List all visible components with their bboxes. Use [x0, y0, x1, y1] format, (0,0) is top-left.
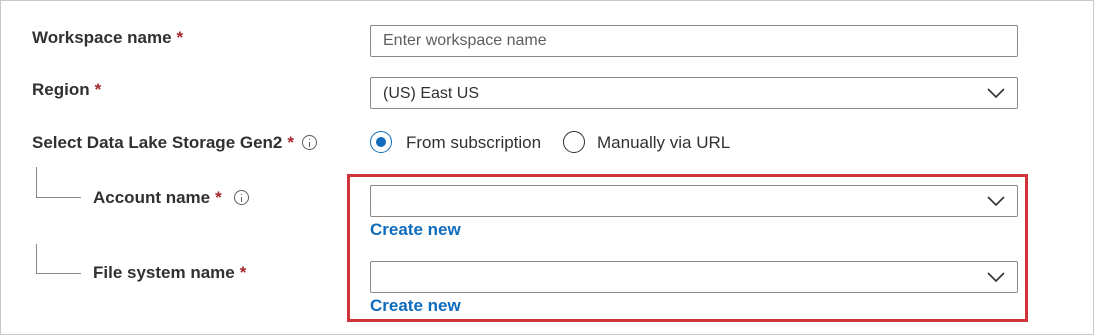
account-name-label-text: Account name — [93, 188, 211, 207]
required-marker: * — [176, 28, 184, 47]
radio-from-subscription[interactable] — [370, 131, 392, 153]
region-label: Region * — [32, 80, 101, 100]
info-icon[interactable] — [234, 190, 249, 205]
file-system-name-label-text: File system name — [93, 263, 235, 282]
required-marker: * — [287, 133, 295, 152]
required-marker: * — [94, 80, 102, 99]
storage-label: Select Data Lake Storage Gen2 * — [32, 133, 294, 153]
region-selected-value: (US) East US — [383, 85, 480, 102]
region-dropdown[interactable]: (US) East US — [370, 77, 1018, 109]
required-marker: * — [215, 188, 222, 207]
account-name-label: Account name * — [93, 188, 222, 208]
chevron-down-icon — [987, 88, 1005, 99]
highlight-box — [347, 174, 1028, 322]
region-label-text: Region — [32, 80, 90, 99]
info-icon[interactable] — [302, 135, 317, 150]
radio-from-subscription-label[interactable]: From subscription — [406, 133, 541, 153]
workspace-name-label-text: Workspace name — [32, 28, 172, 47]
radio-manually-via-url-label[interactable]: Manually via URL — [597, 133, 730, 153]
required-marker: * — [239, 263, 247, 282]
tree-connector-account — [36, 167, 81, 198]
workspace-name-input[interactable] — [370, 25, 1018, 57]
radio-manually-via-url[interactable] — [563, 131, 585, 153]
storage-label-text: Select Data Lake Storage Gen2 — [32, 133, 283, 152]
tree-connector-filesystem — [36, 244, 81, 274]
file-system-name-label: File system name * — [93, 263, 246, 283]
workspace-name-label: Workspace name * — [32, 28, 183, 48]
